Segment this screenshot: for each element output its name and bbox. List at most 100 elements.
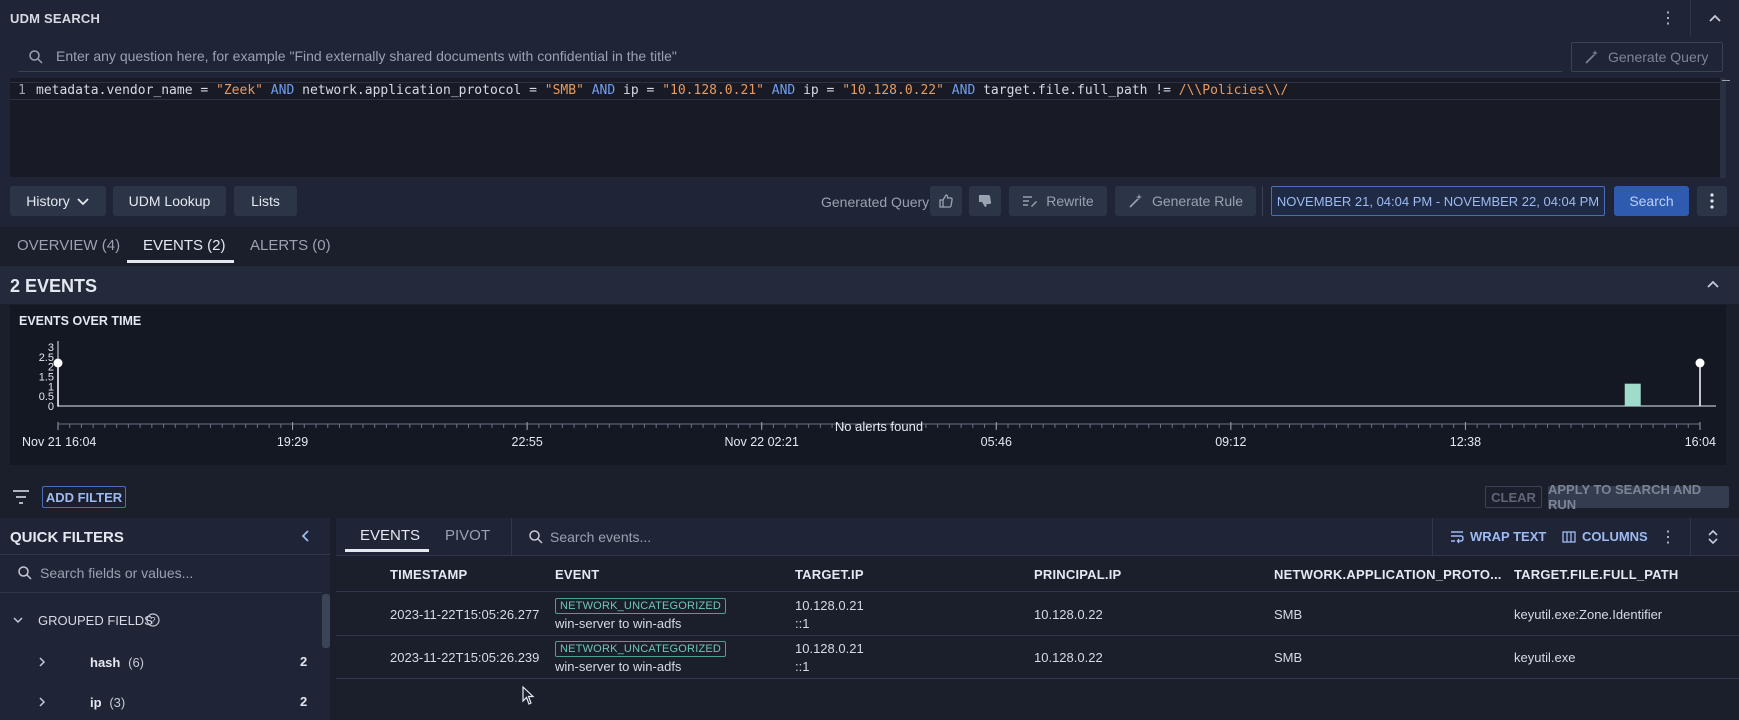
field-name: hash [90,655,121,670]
wrap-text-button[interactable]: WRAP TEXT [1450,529,1546,544]
search-icon [17,565,33,581]
collapse-events-icon[interactable] [1703,275,1723,295]
lists-button[interactable]: Lists [234,186,297,216]
query-keyword: AND [583,83,624,98]
x-tick-label: 09:12 [1215,435,1246,449]
active-tab-indicator [127,260,234,263]
event-type-badge: NETWORK_UNCATEGORIZED [555,641,727,657]
generate-query-button[interactable]: Generate Query [1571,42,1723,72]
active-tab-indicator [345,549,429,552]
more-vertical-icon [1710,193,1714,209]
generate-query-label: Generate Query [1608,49,1709,65]
tab-events-table[interactable]: EVENTS [360,527,420,544]
column-header-timestamp[interactable]: TIMESTAMP [390,567,467,582]
query-field: network.application_protocol = [302,83,545,98]
magic-wand-icon [1584,49,1600,65]
column-header-principal-ip[interactable]: PRINCIPAL.IP [1034,567,1121,582]
alert-marker [1695,358,1705,368]
query-field: ip = [623,83,663,98]
rewrite-label: Rewrite [1046,193,1094,209]
tab-pivot[interactable]: PIVOT [445,527,490,544]
search-icon [28,49,44,65]
thumbs-down-button[interactable] [969,186,1001,216]
field-value-count: 2 [300,694,308,709]
query-keyword: AND [262,83,303,98]
udm-more-options-icon[interactable]: ⋮ [1658,8,1678,28]
events-over-time-chart[interactable]: 00.511.522.53Nov 21 16:04 19:29 22:55 Nov 2… [10,305,1726,465]
expand-collapse-icon[interactable] [1703,527,1723,547]
x-tick-label: 22:55 [512,435,543,449]
chevron-down-icon [76,194,90,208]
query-keyword: AND [763,83,804,98]
event-bar [1624,383,1641,406]
quick-filters-title: QUICK FILTERS [10,529,124,546]
cell-file-path: keyutil.exe:Zone.Identifier [1514,607,1663,622]
query-string: "10.128.0.22" [842,83,944,98]
column-header-file-path[interactable]: TARGET.FILE.FULL_PATH [1514,567,1679,582]
natural-language-query-input[interactable] [56,44,1556,68]
udm-lookup-button[interactable]: UDM Lookup [113,186,226,216]
quick-filter-item[interactable]: ip (3) [90,694,125,710]
columns-icon [1562,530,1576,544]
x-tick-label: 05:46 [981,435,1012,449]
chevron-down-icon[interactable] [12,614,24,626]
column-header-event[interactable]: EVENT [555,567,599,582]
quick-filter-search-input[interactable] [40,562,320,584]
columns-button[interactable]: COLUMNS [1562,529,1648,544]
wrap-text-icon [1450,530,1464,544]
generated-query-label: Generated Query [821,194,930,210]
tab-overview[interactable]: OVERVIEW (4) [17,237,120,254]
field-count: (6) [128,655,145,670]
tab-alerts[interactable]: ALERTS (0) [250,237,331,254]
cell-file-path: keyutil.exe [1514,650,1576,665]
rewrite-button[interactable]: Rewrite [1009,186,1107,216]
generate-rule-button[interactable]: Generate Rule [1115,186,1256,216]
no-alerts-label: No alerts found [835,419,923,434]
column-header-target-ip[interactable]: TARGET.IP [795,567,864,582]
divider [1262,186,1263,216]
cell-protocol: SMB [1274,607,1303,622]
column-header-protocol[interactable]: NETWORK.APPLICATION_PROTO... [1274,567,1502,582]
alert-marker [53,358,63,368]
cell-event: win-server to win-adfs [555,616,682,631]
help-icon[interactable]: ? [146,613,160,627]
add-filter-button[interactable]: ADD FILTER [42,486,126,508]
date-range-picker[interactable]: NOVEMBER 21, 04:04 PM - NOVEMBER 22, 04:… [1271,186,1605,216]
events-search-input[interactable] [550,526,950,548]
editor-scrollbar[interactable] [1720,78,1726,178]
divider [1432,518,1433,556]
quick-filter-item[interactable]: hash (6) [90,654,144,670]
query-string: "SMB" [544,83,584,98]
search-button[interactable]: Search [1614,186,1689,216]
query-field: metadata.vendor_name = [36,83,217,98]
quick-filters-scrollbar[interactable] [322,594,330,648]
chevron-left-icon[interactable] [298,528,314,544]
generate-rule-label: Generate Rule [1151,193,1244,209]
x-tick-label: 12:38 [1450,435,1481,449]
apply-to-search-button[interactable]: APPLY TO SEARCH AND RUN [1548,482,1729,512]
more-vertical-icon[interactable]: ⋮ [1658,527,1678,547]
query-field: target.file.full_path != [983,83,1179,98]
divider [511,518,512,556]
divider [1690,518,1691,556]
thumbs-up-button[interactable] [930,186,962,216]
more-options-button[interactable] [1697,186,1727,216]
chevron-right-icon[interactable] [37,656,47,668]
tab-events[interactable]: EVENTS (2) [143,237,226,254]
clear-button[interactable]: CLEAR [1485,486,1542,508]
search-icon [528,529,544,545]
divider [0,592,322,593]
chevron-right-icon[interactable] [37,696,47,708]
line-number: 1 [18,83,26,98]
events-count-title: 2 EVENTS [10,276,98,296]
history-button[interactable]: History [10,186,106,216]
query-text[interactable]: metadata.vendor_name = "Zeek" AND networ… [36,83,1288,98]
grouped-fields-label[interactable]: GROUPED FIELDS [38,613,153,628]
magic-wand-icon [1128,193,1144,209]
udm-search-title: UDM SEARCH [10,11,101,26]
filter-icon[interactable] [12,489,30,505]
collapse-panel-icon[interactable] [1703,7,1727,31]
field-value-count: 2 [300,654,308,669]
query-string: "10.128.0.21" [662,83,764,98]
event-type-badge: NETWORK_UNCATEGORIZED [555,598,727,614]
